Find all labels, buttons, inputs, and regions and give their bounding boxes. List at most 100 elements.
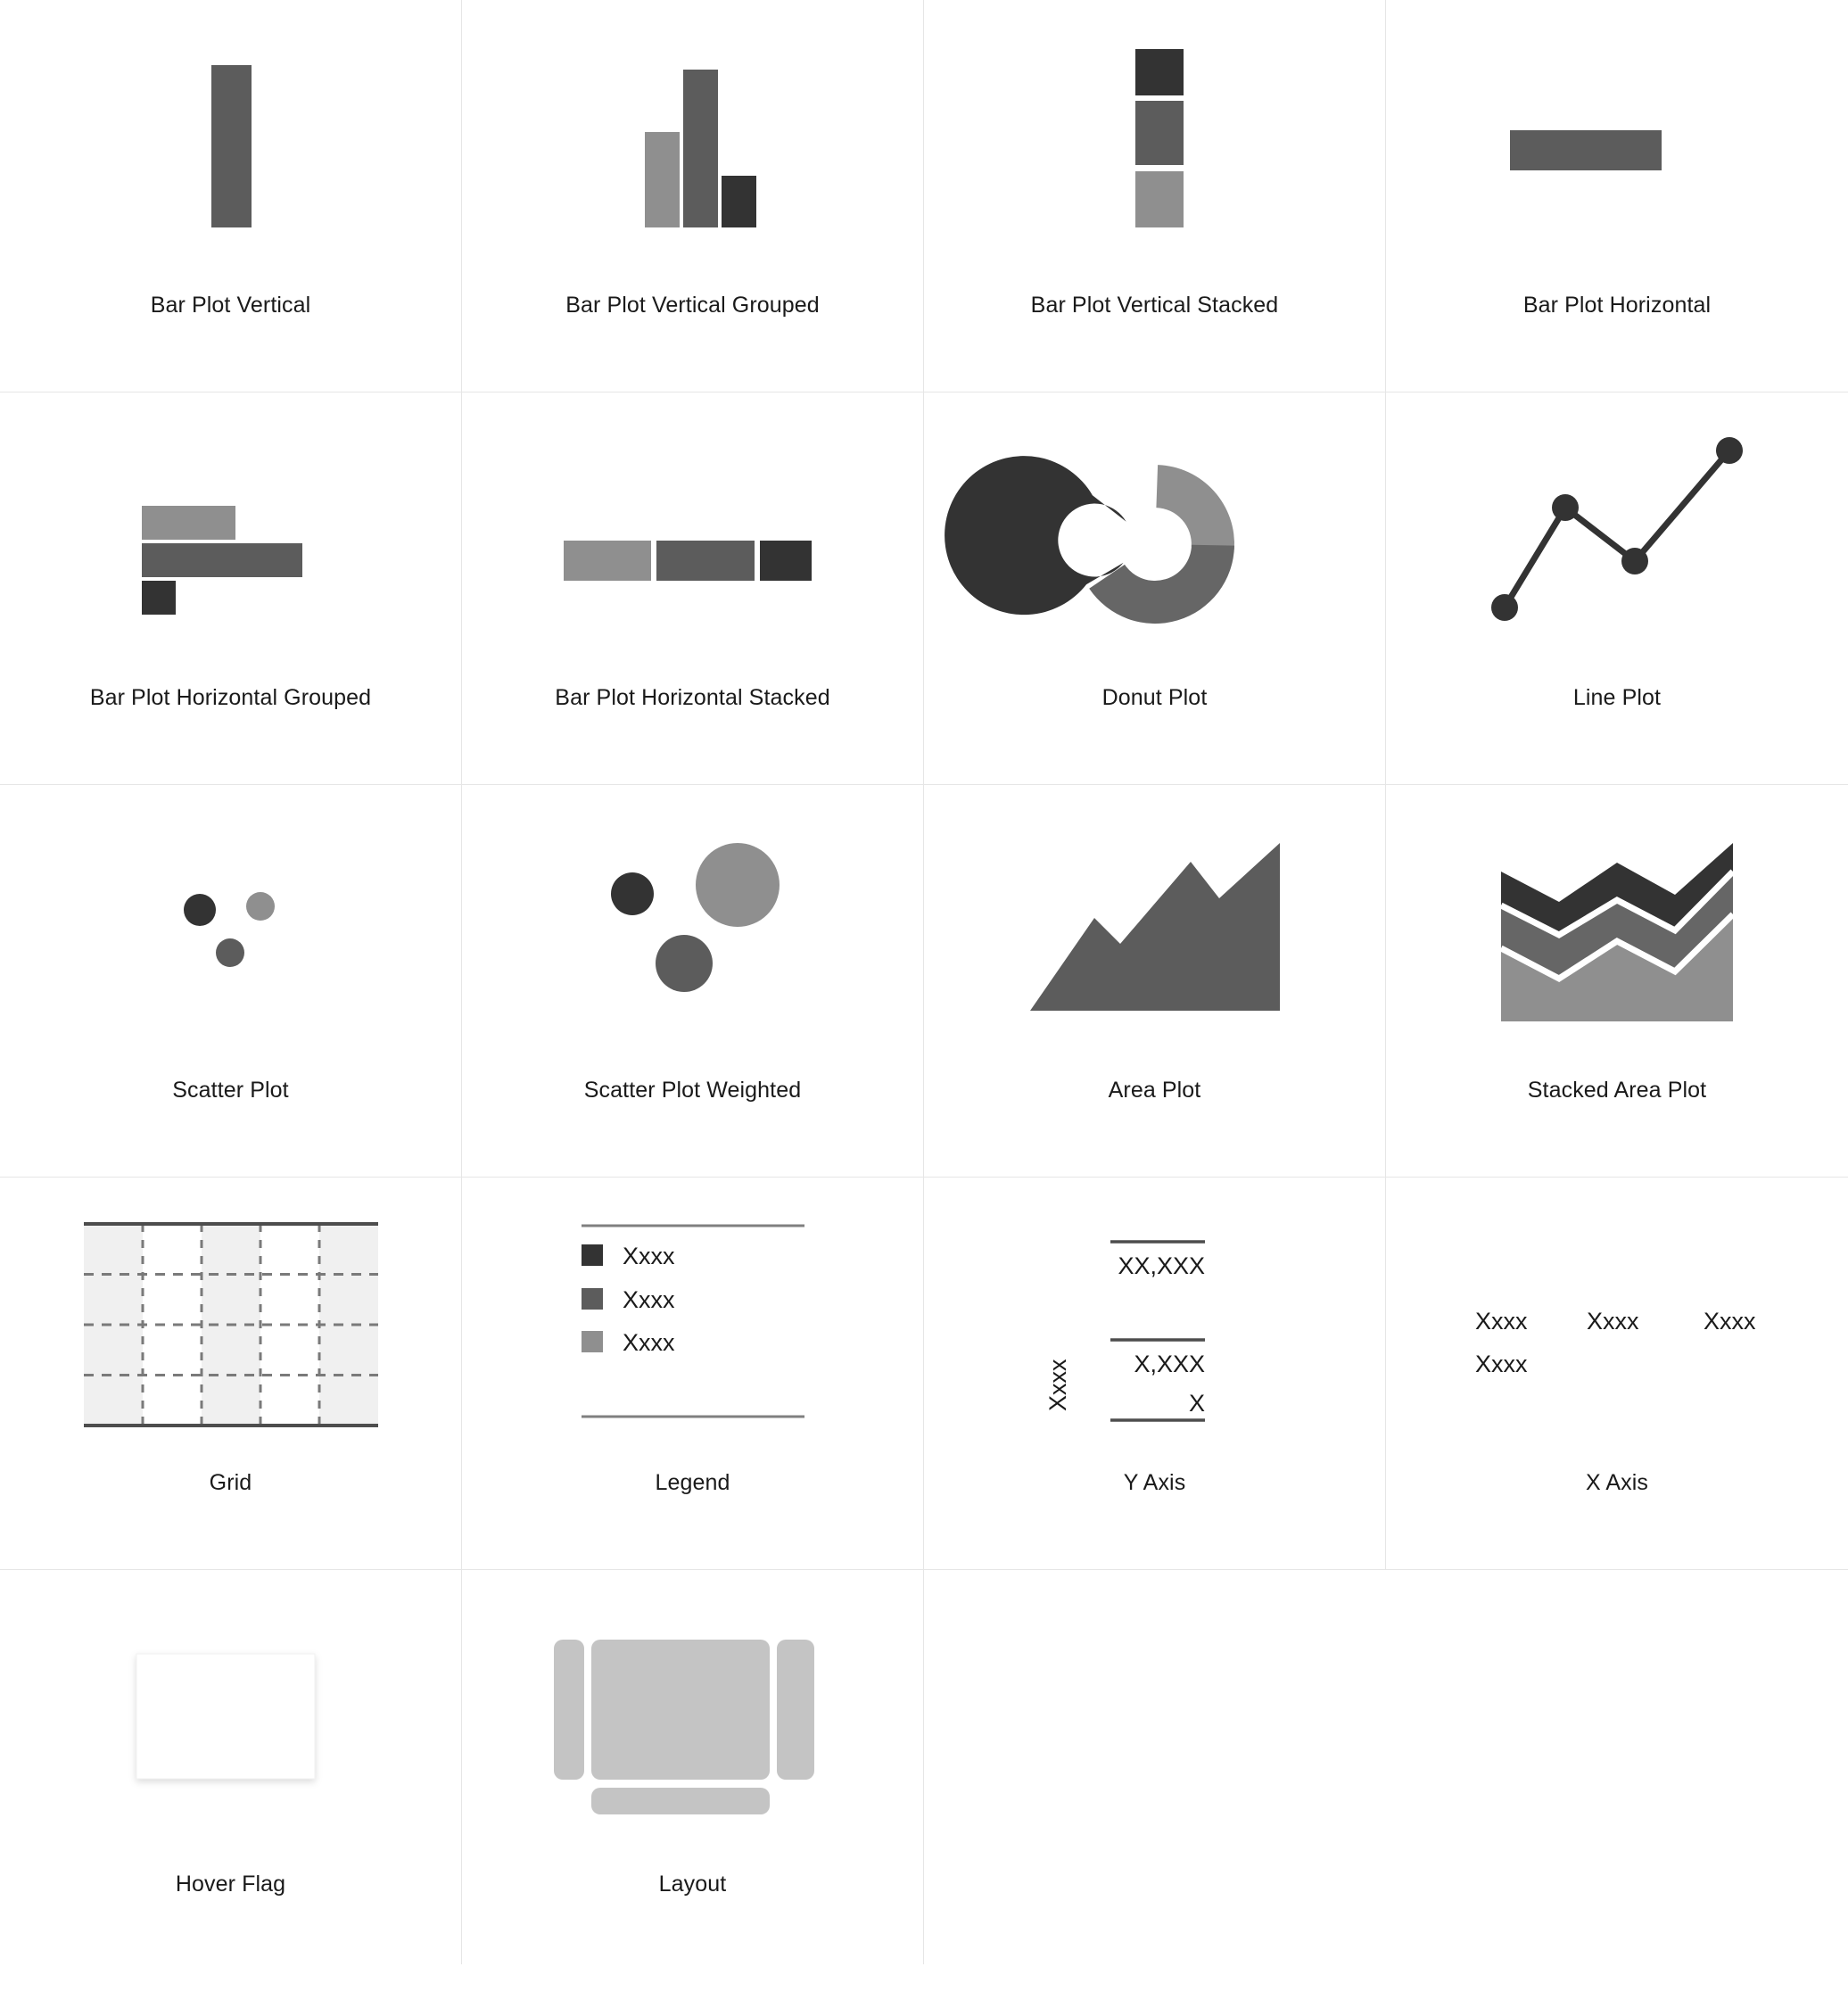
layout-art [462, 1570, 923, 1873]
x-axis-tick-label: Xxxx [1704, 1308, 1756, 1335]
scatter-bubble-dark [610, 872, 654, 915]
bar-plot-vertical-art [0, 0, 461, 294]
line-plot-art [1386, 393, 1848, 687]
stack-seg-dark [1134, 49, 1184, 95]
cell-line-plot[interactable]: Line Plot [1386, 393, 1848, 785]
y-axis-art: XX,XXX X,XXX X Xxxx [924, 1178, 1385, 1472]
bar-group-light [644, 132, 680, 227]
layout-main-panel [590, 1640, 770, 1780]
caption-area-plot: Area Plot [1108, 1078, 1201, 1103]
caption-scatter-plot-weighted: Scatter Plot Weighted [583, 1078, 802, 1103]
line-marker [1552, 494, 1579, 521]
hbar-group-dark [141, 581, 176, 615]
caption-donut-plot: Donut Plot [1101, 685, 1208, 710]
donut-plot-art [924, 393, 1385, 687]
hover-flag-card [136, 1653, 315, 1780]
bar-plot-horizontal-stacked-art [462, 393, 923, 687]
scatter-point-light [245, 892, 275, 921]
stack-seg-light [1134, 171, 1184, 227]
hstack-seg-light [563, 541, 651, 581]
legend-swatch [581, 1244, 603, 1266]
cell-layout[interactable]: Layout [462, 1570, 924, 1964]
area-series-shape [1029, 843, 1280, 1011]
stacked-area-plot-art [1386, 785, 1848, 1079]
bar-plot-vertical-grouped-art [462, 0, 923, 294]
line-series-path [1502, 448, 1732, 609]
y-axis-tick-label: X [1188, 1390, 1204, 1417]
cell-bar-plot-horizontal[interactable]: Bar Plot Horizontal [1386, 0, 1848, 393]
hbar-group-light [141, 506, 235, 540]
scatter-bubble-light [695, 843, 780, 927]
caption-x-axis: X Axis [1585, 1470, 1649, 1495]
layout-right-panel [776, 1640, 814, 1780]
cell-donut-plot[interactable]: Donut Plot [924, 393, 1386, 785]
caption-grid: Grid [209, 1470, 252, 1495]
cell-stacked-area-plot[interactable]: Stacked Area Plot [1386, 785, 1848, 1178]
cell-bar-plot-horizontal-stacked[interactable]: Bar Plot Horizontal Stacked [462, 393, 924, 785]
caption-layout: Layout [658, 1872, 727, 1897]
legend-label: Xxxx [623, 1243, 675, 1269]
layout-footer-panel [590, 1788, 770, 1814]
donut-slice-mid [1088, 544, 1234, 624]
scatter-point-dark [183, 894, 216, 926]
legend-swatch [581, 1331, 603, 1352]
x-axis-art: Xxxx Xxxx Xxxx Xxxx [1386, 1178, 1848, 1472]
bar-group-dark [721, 176, 756, 227]
cell-empty-a [924, 1570, 1386, 1964]
line-marker [1621, 548, 1648, 574]
component-grid: Bar Plot Vertical Bar Plot Vertical Grou… [0, 0, 1848, 2000]
cell-legend[interactable]: Xxxx Xxxx Xxxx Legend [462, 1178, 924, 1570]
stack-seg-mid [1134, 101, 1184, 165]
bar-single [210, 65, 252, 227]
legend-swatch [581, 1288, 603, 1310]
scatter-point-mid [215, 938, 244, 967]
y-axis-title: Xxxx [1044, 1359, 1071, 1411]
donut-slice-light [1155, 465, 1234, 550]
grid-art [0, 1178, 461, 1472]
cell-bar-plot-vertical[interactable]: Bar Plot Vertical [0, 0, 462, 393]
scatter-plot-weighted-art [462, 785, 923, 1079]
hbar-single [1510, 130, 1662, 170]
caption-stacked-area-plot: Stacked Area Plot [1527, 1078, 1707, 1103]
x-axis-title: Xxxx [1475, 1351, 1528, 1377]
cell-grid[interactable]: Grid [0, 1178, 462, 1570]
hover-flag-art [0, 1570, 461, 1873]
caption-bar-plot-horizontal-grouped: Bar Plot Horizontal Grouped [89, 685, 372, 710]
caption-bar-plot-horizontal-stacked: Bar Plot Horizontal Stacked [555, 685, 830, 710]
caption-bar-plot-horizontal: Bar Plot Horizontal [1522, 293, 1712, 318]
hbar-group-mid [141, 543, 302, 577]
hstack-seg-mid [656, 541, 755, 581]
legend-art: Xxxx Xxxx Xxxx [462, 1178, 923, 1472]
caption-bar-plot-vertical-grouped: Bar Plot Vertical Grouped [565, 293, 820, 318]
cell-scatter-plot-weighted[interactable]: Scatter Plot Weighted [462, 785, 924, 1178]
x-axis-tick-label: Xxxx [1587, 1308, 1639, 1335]
cell-area-plot[interactable]: Area Plot [924, 785, 1386, 1178]
y-axis-tick-label: X,XXX [1134, 1351, 1205, 1377]
y-axis-tick-label: XX,XXX [1118, 1252, 1205, 1279]
scatter-plot-art [0, 785, 461, 1079]
x-axis-tick-label: Xxxx [1475, 1308, 1528, 1335]
cell-empty-b [1386, 1570, 1848, 1964]
caption-bar-plot-vertical-stacked: Bar Plot Vertical Stacked [1030, 293, 1279, 318]
cell-hover-flag[interactable]: Hover Flag [0, 1570, 462, 1964]
bar-plot-horizontal-grouped-art [0, 393, 461, 687]
legend-label: Xxxx [623, 1286, 675, 1313]
line-marker [1491, 594, 1518, 621]
bar-group-mid [682, 70, 718, 227]
caption-bar-plot-vertical: Bar Plot Vertical [150, 293, 311, 318]
cell-y-axis[interactable]: XX,XXX X,XXX X Xxxx Y Axis [924, 1178, 1386, 1570]
area-plot-art [924, 785, 1385, 1079]
bar-plot-vertical-stacked-art [924, 0, 1385, 294]
line-marker [1716, 437, 1743, 464]
cell-bar-plot-horizontal-grouped[interactable]: Bar Plot Horizontal Grouped [0, 393, 462, 785]
cell-bar-plot-vertical-grouped[interactable]: Bar Plot Vertical Grouped [462, 0, 924, 393]
bar-plot-horizontal-art [1386, 0, 1848, 294]
cell-x-axis[interactable]: Xxxx Xxxx Xxxx Xxxx X Axis [1386, 1178, 1848, 1570]
cell-bar-plot-vertical-stacked[interactable]: Bar Plot Vertical Stacked [924, 0, 1386, 393]
caption-scatter-plot: Scatter Plot [172, 1078, 289, 1103]
caption-legend: Legend [655, 1470, 730, 1495]
cell-scatter-plot[interactable]: Scatter Plot [0, 785, 462, 1178]
scatter-bubble-mid [655, 935, 713, 992]
hstack-seg-dark [759, 541, 812, 581]
layout-left-panel [553, 1640, 584, 1780]
